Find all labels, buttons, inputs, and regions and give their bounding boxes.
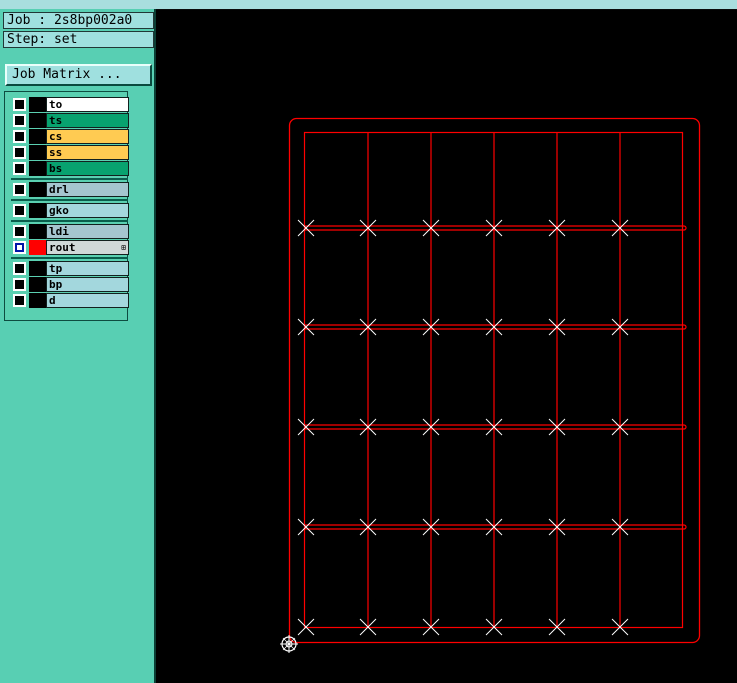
layer-color-swatch[interactable]: [29, 129, 46, 144]
layer-row-to[interactable]: to: [10, 97, 130, 112]
left-panel: Job : 2s8bp002a0 Step: set Job Matrix ..…: [0, 9, 156, 683]
layer-list: to ts cs ss bs drl gko ldi rout ⊞ tp bp …: [4, 91, 130, 321]
origin-crosshair-icon: [280, 635, 298, 653]
rout-layer-drawing: [288, 117, 701, 644]
layer-color-swatch[interactable]: [29, 182, 46, 197]
checkbox-icon[interactable]: [13, 278, 26, 291]
step-label: Step: set: [3, 31, 154, 48]
layer-row-cs[interactable]: cs: [10, 129, 130, 144]
layer-name-ss[interactable]: ss: [46, 145, 129, 160]
layer-separator: [11, 199, 128, 201]
layer-name-drl[interactable]: drl: [46, 182, 129, 197]
x-marker-icon: [297, 518, 315, 536]
layer-color-swatch[interactable]: [29, 145, 46, 160]
checkbox-icon[interactable]: [13, 262, 26, 275]
layer-row-bs[interactable]: bs: [10, 161, 130, 176]
checkbox-icon[interactable]: [13, 146, 26, 159]
x-marker-icon: [297, 318, 315, 336]
job-matrix-button[interactable]: Job Matrix ...: [5, 64, 152, 86]
layer-name-ldi[interactable]: ldi: [46, 224, 129, 239]
checkbox-icon[interactable]: [13, 98, 26, 111]
x-markers: [297, 219, 629, 636]
layer-name-rout[interactable]: rout ⊞: [46, 240, 129, 255]
layer-color-swatch[interactable]: [29, 113, 46, 128]
checkbox-icon[interactable]: [13, 225, 26, 238]
layer-color-swatch[interactable]: [29, 261, 46, 276]
job-label: Job : 2s8bp002a0: [3, 12, 154, 29]
checkbox-icon[interactable]: [13, 204, 26, 217]
layer-color-swatch[interactable]: [29, 293, 46, 308]
checkbox-icon[interactable]: [13, 130, 26, 143]
layer-row-gko[interactable]: gko: [10, 203, 130, 218]
layer-color-swatch[interactable]: [29, 203, 46, 218]
layer-color-swatch[interactable]: [29, 97, 46, 112]
layer-row-drl[interactable]: drl: [10, 182, 130, 197]
checkbox-icon[interactable]: [13, 114, 26, 127]
layer-color-swatch[interactable]: [29, 277, 46, 292]
layer-color-swatch[interactable]: [29, 161, 46, 176]
graphics-canvas[interactable]: [158, 10, 737, 683]
layer-name-bs[interactable]: bs: [46, 161, 129, 176]
layer-color-swatch[interactable]: [29, 224, 46, 239]
expand-icon[interactable]: ⊞: [121, 243, 126, 252]
x-marker-icon: [297, 219, 315, 237]
layer-row-tp[interactable]: tp: [10, 261, 130, 276]
checkbox-icon[interactable]: [13, 241, 26, 254]
layer-name-to[interactable]: to: [46, 97, 129, 112]
layer-separator: [11, 220, 128, 222]
checkbox-icon[interactable]: [13, 162, 26, 175]
layer-name-cs[interactable]: cs: [46, 129, 129, 144]
checkbox-icon[interactable]: [13, 294, 26, 307]
layer-name-d[interactable]: d: [46, 293, 129, 308]
layer-name-tp[interactable]: tp: [46, 261, 129, 276]
layer-row-d[interactable]: d: [10, 293, 130, 308]
layer-name-rout-text: rout: [49, 241, 76, 254]
layer-name-ts[interactable]: ts: [46, 113, 129, 128]
layer-row-ts[interactable]: ts: [10, 113, 130, 128]
layer-row-bp[interactable]: bp: [10, 277, 130, 292]
layer-row-ldi[interactable]: ldi: [10, 224, 130, 239]
layer-color-swatch[interactable]: [29, 240, 46, 255]
layer-name-bp[interactable]: bp: [46, 277, 129, 292]
layer-name-gko[interactable]: gko: [46, 203, 129, 218]
layer-row-ss[interactable]: ss: [10, 145, 130, 160]
layer-separator: [11, 257, 128, 259]
x-marker-icon: [297, 418, 315, 436]
layer-row-rout[interactable]: rout ⊞: [10, 240, 130, 255]
checkbox-icon[interactable]: [13, 183, 26, 196]
layer-separator: [11, 178, 128, 180]
